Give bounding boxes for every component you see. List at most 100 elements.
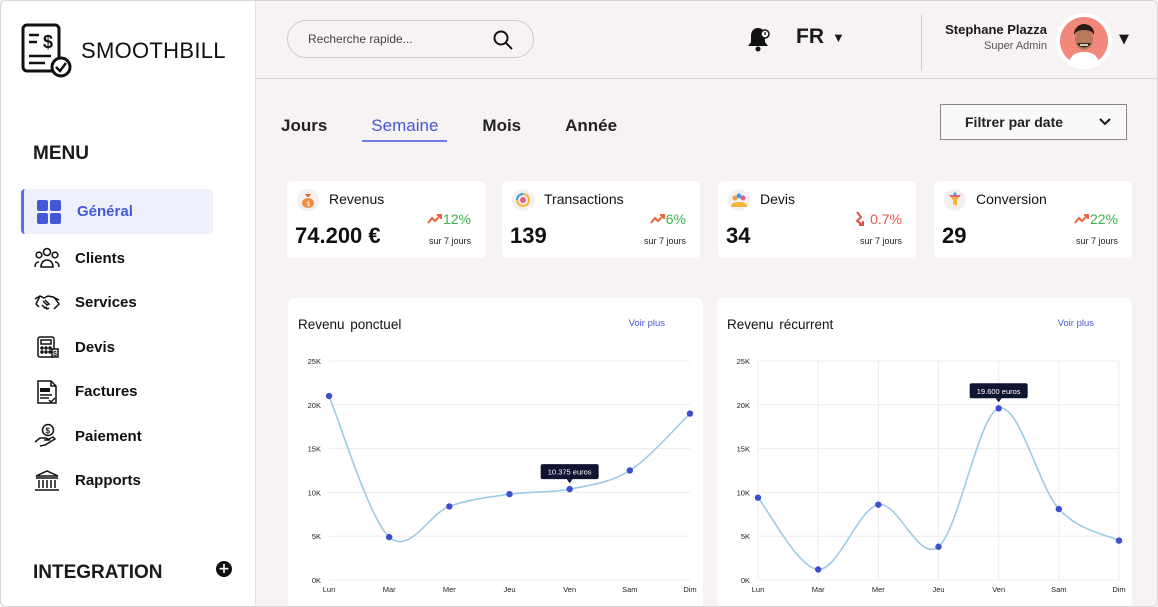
quote-people-icon	[728, 189, 750, 211]
panel-title: Revenu ponctuel	[298, 317, 402, 332]
integration-title: INTEGRATION	[33, 562, 163, 583]
sidebar-item-general[interactable]: Général	[21, 189, 213, 234]
voir-plus-link[interactable]: Voir plus	[629, 318, 665, 329]
sidebar-item-services[interactable]: Services	[21, 281, 213, 326]
svg-text:$: $	[53, 351, 57, 358]
stat-value: 34	[726, 223, 751, 248]
stat-card-conversion[interactable]: Conversion 29 22% sur 7 jours	[934, 181, 1132, 258]
user-menu-caret-icon[interactable]: ▼	[1119, 32, 1129, 47]
user-name: Stephane Plazza	[945, 22, 1047, 37]
invoice-icon	[33, 379, 61, 405]
y-tick-label: 0K	[741, 576, 750, 585]
tab-semaine[interactable]: Semaine	[362, 116, 448, 142]
x-tick-label: Dim	[683, 585, 696, 594]
stat-delta-value: 0.7%	[870, 211, 902, 227]
data-point	[754, 494, 762, 501]
y-tick-label: 20K	[737, 401, 750, 410]
search-box	[287, 20, 534, 58]
handshake-icon	[33, 290, 61, 316]
data-point	[686, 410, 694, 417]
date-filter-dropdown[interactable]: Filtrer par date	[940, 104, 1127, 140]
revenu-ponctuel-chart: 0K 5K 10K 15K 20K 25K Lun Mar Mer Jeu Ven Sam Dim 10.…	[308, 357, 697, 594]
trend-down-icon	[855, 211, 865, 226]
sidebar-item-label: Rapports	[75, 472, 141, 490]
data-point	[1055, 505, 1063, 513]
stat-delta: 12%	[427, 211, 471, 227]
tab-annee[interactable]: Année	[565, 116, 617, 142]
plus-icon: +	[218, 561, 230, 577]
y-tick-label: 15K	[308, 445, 321, 454]
bank-icon	[33, 468, 61, 494]
sidebar-item-label: Clients	[75, 249, 126, 267]
app-frame: $ SMOOTHBILL MENU Général Clients Servic…	[0, 0, 1158, 607]
revenu-recurrent-chart: 0K 5K 10K 15K 20K 25K Lun Mar Mer Jeu Ven Sam Dim 19.…	[737, 357, 1126, 594]
stat-card-transactions[interactable]: Transactions 139 6% sur 7 jours	[502, 181, 700, 258]
search-input[interactable]	[308, 32, 478, 46]
exchange-icon	[512, 189, 534, 211]
chart-panel-revenu-recurrent: 0K 5K 10K 15K 20K 25K Lun Mar Mer Jeu Ven Sam Dim 19.…	[717, 298, 1132, 606]
stat-period: sur 7 jours	[859, 236, 902, 246]
data-point	[875, 501, 882, 508]
stat-period: sur 7 jours	[643, 236, 686, 246]
stat-delta: 0.7%	[853, 211, 902, 227]
sidebar-item-rapports[interactable]: Rapports	[21, 459, 213, 504]
stat-title: Revenus	[329, 191, 385, 207]
divider	[921, 15, 922, 71]
data-point	[506, 490, 513, 498]
avatar[interactable]	[1056, 13, 1112, 69]
search-icon[interactable]	[493, 30, 513, 54]
stat-title: Conversion	[976, 191, 1047, 207]
sidebar-item-label: Devis	[75, 338, 116, 356]
y-tick-label: 20K	[308, 401, 321, 410]
tab-mois[interactable]: Mois	[482, 116, 521, 142]
tab-jours[interactable]: Jours	[281, 116, 327, 142]
menu-title: MENU	[33, 143, 89, 164]
x-tick-label: Mar	[812, 585, 825, 594]
stat-delta: 22%	[1074, 211, 1118, 227]
stat-card-revenus[interactable]: $ Revenus 74.200 € 12% sur 7 jours	[287, 181, 485, 258]
x-tick-label: Ven	[992, 585, 1005, 594]
y-tick-label: 10K	[308, 488, 321, 497]
language-selector[interactable]: FR ▼	[796, 25, 845, 49]
add-integration-button[interactable]: +	[216, 561, 232, 577]
x-tick-label: Lun	[752, 585, 765, 594]
data-point	[566, 485, 573, 493]
panel-title: Revenu récurrent	[727, 317, 834, 332]
stat-value: 74.200 €	[295, 223, 381, 248]
notification-bell-icon[interactable]	[746, 25, 772, 57]
funnel-icon	[944, 189, 966, 211]
y-tick-label: 25K	[308, 357, 321, 366]
stat-card-devis[interactable]: Devis 34 0.7% sur 7 jours	[718, 181, 916, 258]
sidebar-item-devis[interactable]: $ Devis	[21, 325, 213, 370]
chevron-down-icon	[1098, 115, 1112, 132]
sidebar-item-label: Factures	[75, 383, 138, 401]
hand-coin-icon: $	[33, 423, 61, 449]
tooltip-text: 19.600 euros	[977, 387, 1021, 396]
stat-delta-value: 22%	[1089, 211, 1118, 227]
x-tick-label: Mer	[443, 585, 456, 594]
sidebar-item-label: Général	[77, 203, 133, 220]
top-bar: FR ▼ Stephane Plazza Super Admin ▼	[256, 1, 1157, 79]
sidebar-item-factures[interactable]: Factures	[21, 370, 213, 415]
data-point	[446, 503, 453, 510]
x-tick-label: Ven	[563, 585, 576, 594]
voir-plus-link[interactable]: Voir plus	[1058, 318, 1094, 329]
logo[interactable]: $ SMOOTHBILL	[21, 23, 226, 79]
y-tick-label: 5K	[741, 532, 750, 541]
brand-name: SMOOTHBILL	[81, 38, 226, 63]
sidebar-item-paiement[interactable]: $ Paiement	[21, 414, 213, 459]
data-point	[995, 405, 1002, 412]
y-tick-label: 10K	[737, 488, 750, 497]
trend-up-icon	[1074, 214, 1089, 224]
money-bag-icon: $	[297, 189, 319, 211]
invoice-logo-icon: $	[21, 23, 72, 78]
data-point	[814, 566, 822, 573]
sidebar-item-clients[interactable]: Clients	[21, 236, 213, 281]
grid-icon	[35, 199, 63, 225]
series-line	[328, 395, 691, 543]
y-tick-label: 0K	[312, 576, 321, 585]
y-tick-label: 5K	[312, 532, 321, 541]
data-point	[1115, 537, 1123, 544]
svg-text:$: $	[46, 427, 51, 436]
tooltip-text: 10.375 euros	[548, 468, 592, 477]
